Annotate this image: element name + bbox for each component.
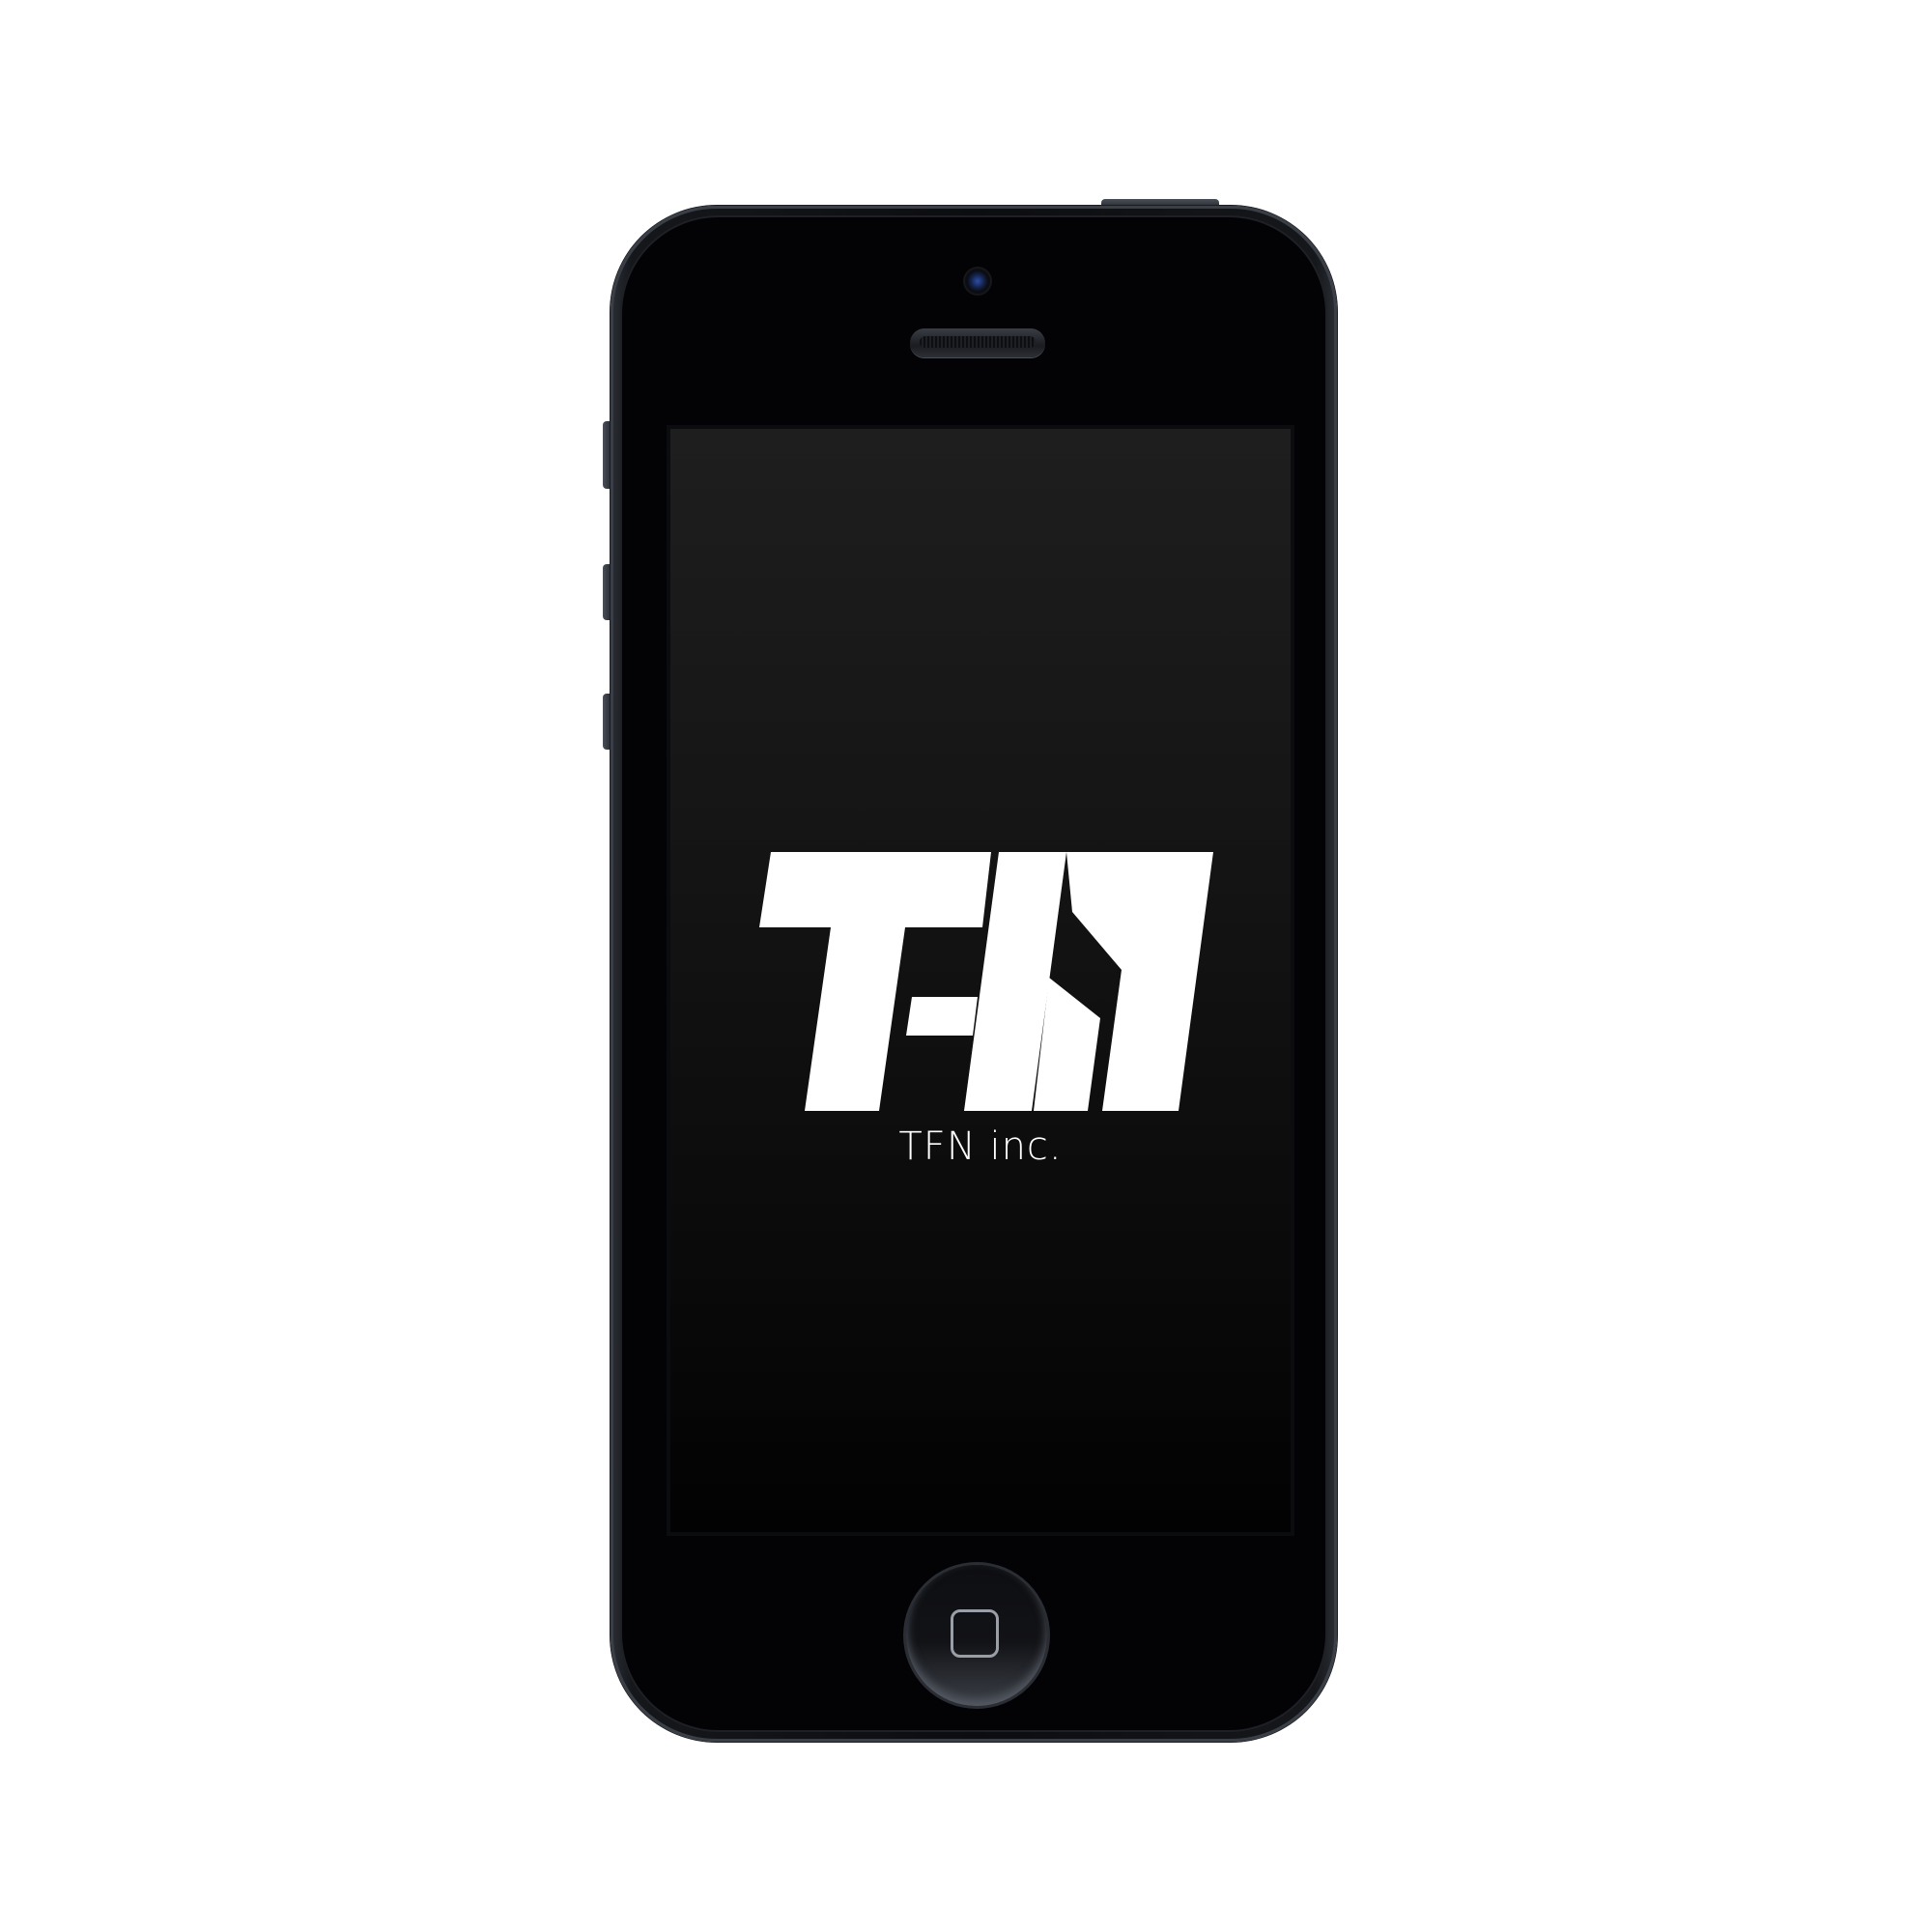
phone-screen[interactable]: TFN inc. xyxy=(667,425,1294,1536)
earpiece-speaker-icon xyxy=(910,328,1045,357)
home-button-icon xyxy=(951,1609,999,1658)
company-name: TFN inc. xyxy=(898,1124,1063,1169)
home-button[interactable] xyxy=(906,1565,1047,1706)
tfn-logo xyxy=(759,852,1213,1111)
front-camera-icon xyxy=(965,269,990,294)
stage: TFN inc. xyxy=(0,0,1932,1932)
